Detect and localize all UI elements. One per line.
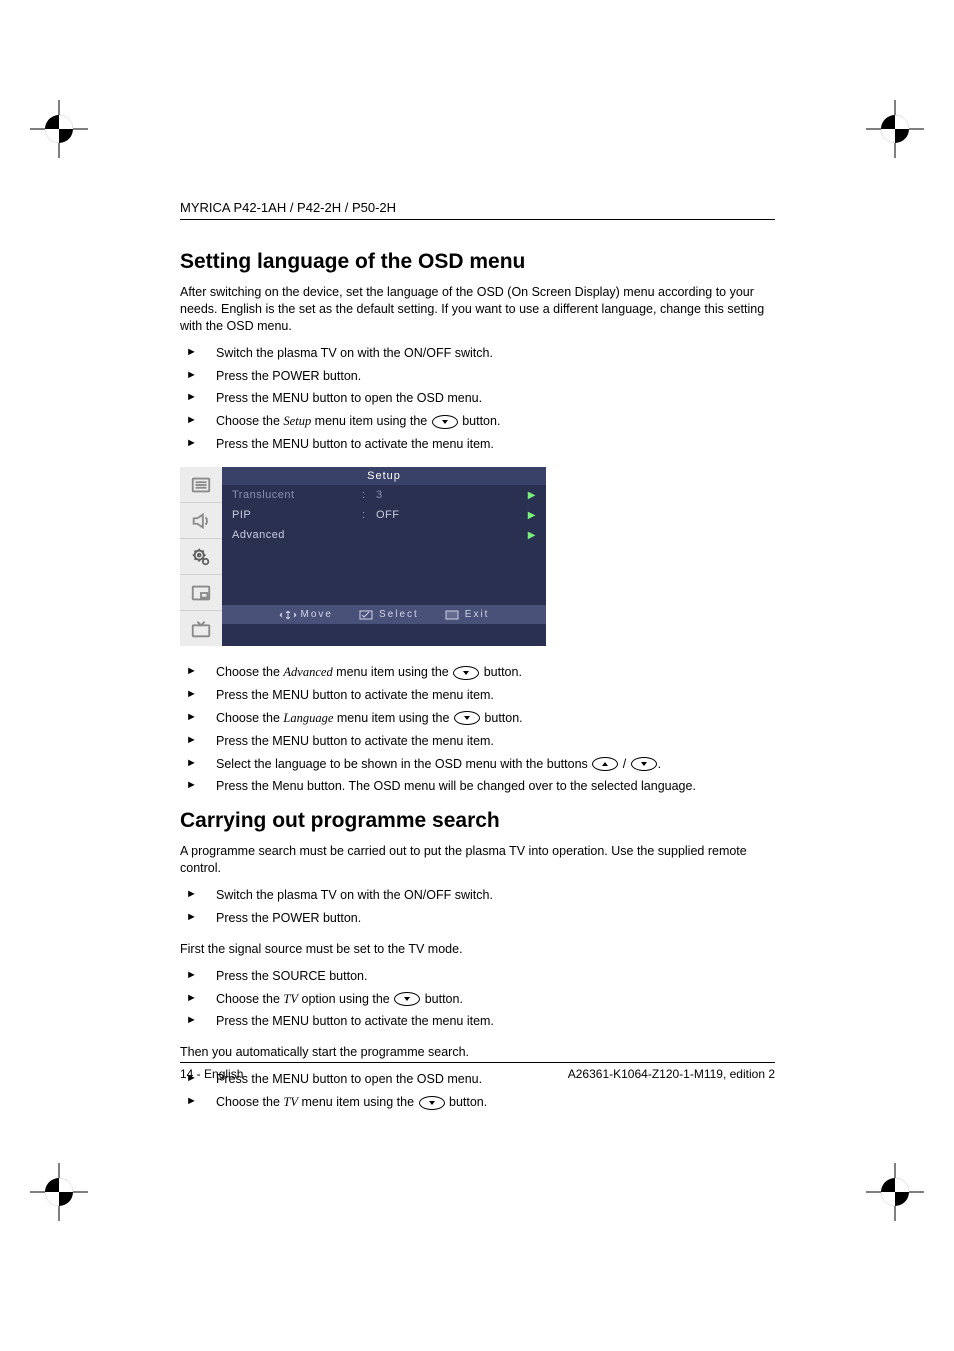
osd-screenshot: Setup Translucent : 3 ▶ PIP : OFF ▶ Adva…: [180, 467, 546, 646]
registration-mark-icon: [866, 1163, 924, 1221]
steps-list: Switch the plasma TV on with the ON/OFF …: [180, 345, 775, 453]
down-button-icon: [394, 992, 420, 1006]
step-item: Choose the TV menu item using the button…: [180, 1094, 775, 1111]
pip-icon: [180, 575, 222, 611]
osd-row: Advanced ▶: [222, 525, 546, 545]
arrow-right-icon: ▶: [528, 510, 536, 521]
osd-row: PIP : OFF ▶: [222, 505, 546, 525]
step-item: Press the Menu button. The OSD menu will…: [180, 778, 775, 795]
intro-paragraph: After switching on the device, set the l…: [180, 284, 775, 335]
up-button-icon: [592, 757, 618, 771]
step-item: Press the POWER button.: [180, 910, 775, 927]
registration-mark-icon: [866, 100, 924, 158]
step-item: Press the MENU button to activate the me…: [180, 733, 775, 750]
down-button-icon: [419, 1096, 445, 1110]
step-item: Press the SOURCE button.: [180, 968, 775, 985]
paragraph: Then you automatically start the program…: [180, 1044, 775, 1061]
step-item: Press the MENU button to activate the me…: [180, 436, 775, 453]
step-item: Select the language to be shown in the O…: [180, 756, 775, 773]
step-item: Choose the TV option using the button.: [180, 991, 775, 1008]
arrow-right-icon: ▶: [528, 530, 536, 541]
osd-row: Translucent : 3 ▶: [222, 485, 546, 505]
registration-mark-icon: [30, 100, 88, 158]
step-item: Press the POWER button.: [180, 368, 775, 385]
steps-list: Press the SOURCE button. Choose the TV o…: [180, 968, 775, 1031]
step-item: Press the MENU button to activate the me…: [180, 1013, 775, 1030]
step-item: Choose the Language menu item using the …: [180, 710, 775, 727]
step-item: Switch the plasma TV on with the ON/OFF …: [180, 345, 775, 362]
osd-main: Setup Translucent : 3 ▶ PIP : OFF ▶ Adva…: [222, 467, 546, 646]
page-content: MYRICA P42-1AH / P42-2H / P50-2H Setting…: [180, 200, 775, 1125]
page-header: MYRICA P42-1AH / P42-2H / P50-2H: [180, 200, 775, 220]
sound-icon: [180, 503, 222, 539]
tv-icon: [180, 611, 222, 646]
footer-right: A26361-K1064-Z120-1-M119, edition 2: [568, 1067, 775, 1081]
down-button-icon: [432, 415, 458, 429]
registration-mark-icon: [30, 1163, 88, 1221]
paragraph: First the signal source must be set to t…: [180, 941, 775, 958]
down-button-icon: [454, 711, 480, 725]
footer-left: 14 - English: [180, 1067, 243, 1081]
page-footer: 14 - English A26361-K1064-Z120-1-M119, e…: [180, 1062, 775, 1081]
osd-sidebar: [180, 467, 222, 646]
section-heading: Setting language of the OSD menu: [180, 250, 775, 274]
step-item: Switch the plasma TV on with the ON/OFF …: [180, 887, 775, 904]
step-item: Choose the Advanced menu item using the …: [180, 664, 775, 681]
arrow-right-icon: ▶: [528, 490, 536, 501]
section-heading: Carrying out programme search: [180, 809, 775, 833]
steps-list: Choose the Advanced menu item using the …: [180, 664, 775, 795]
steps-list: Switch the plasma TV on with the ON/OFF …: [180, 887, 775, 927]
picture-icon: [180, 467, 222, 503]
step-item: Press the MENU button to activate the me…: [180, 687, 775, 704]
down-button-icon: [453, 666, 479, 680]
setup-icon: [180, 539, 222, 575]
step-item: Press the MENU button to open the OSD me…: [180, 390, 775, 407]
osd-title: Setup: [222, 467, 546, 485]
down-button-icon: [631, 757, 657, 771]
intro-paragraph: A programme search must be carried out t…: [180, 843, 775, 877]
osd-footer: Move Select Exit: [222, 605, 546, 624]
step-item: Choose the Setup menu item using the but…: [180, 413, 775, 430]
